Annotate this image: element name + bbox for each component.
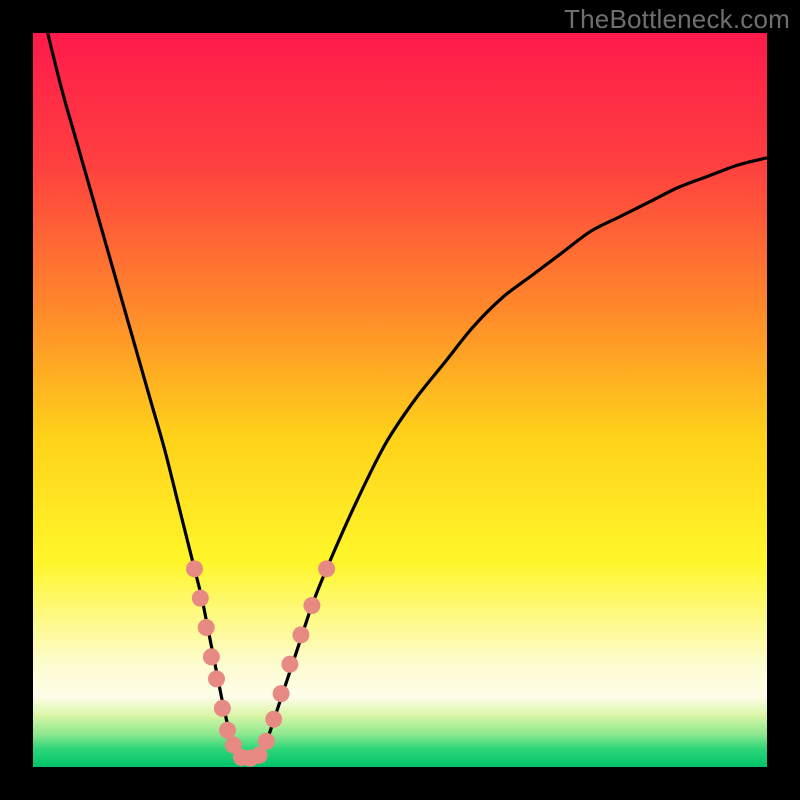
gradient-background (33, 33, 767, 767)
data-marker (273, 685, 290, 702)
data-marker (214, 700, 231, 717)
bottleneck-chart-svg (33, 33, 767, 767)
data-marker (258, 733, 275, 750)
data-marker (318, 560, 335, 577)
data-marker (186, 560, 203, 577)
chart-frame: TheBottleneck.com (0, 0, 800, 800)
data-marker (292, 626, 309, 643)
data-marker (303, 597, 320, 614)
data-marker (198, 619, 215, 636)
data-marker (219, 722, 236, 739)
data-marker (281, 656, 298, 673)
data-marker (265, 711, 282, 728)
data-marker (192, 590, 209, 607)
watermark-text: TheBottleneck.com (564, 4, 790, 35)
data-marker (203, 648, 220, 665)
data-marker (208, 670, 225, 687)
plot-area (33, 33, 767, 767)
